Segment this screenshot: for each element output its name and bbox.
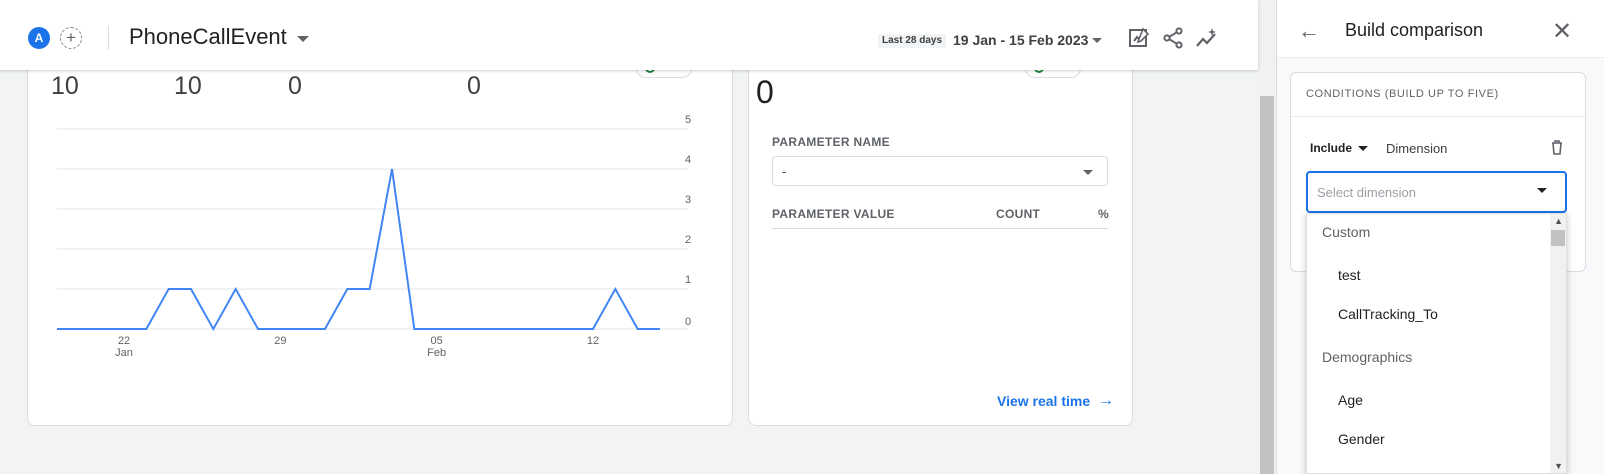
dimension-label: Dimension xyxy=(1386,141,1448,156)
x-tick-label: 22 xyxy=(118,335,130,347)
dropdown-item-gender[interactable]: Gender xyxy=(1338,431,1385,447)
caret-down-icon[interactable] xyxy=(1092,38,1102,43)
dropdown-group-demographics: Demographics xyxy=(1322,349,1413,365)
dimension-select[interactable] xyxy=(1306,171,1567,213)
date-range-chip[interactable]: Last 28 days xyxy=(878,34,947,48)
y-tick-label: 2 xyxy=(685,234,691,246)
dropdown-scrollbar[interactable]: ▲ ▼ xyxy=(1550,214,1566,473)
y-tick-label: 3 xyxy=(685,194,691,206)
table-header-divider xyxy=(772,228,1108,229)
x-tick-label: 12 xyxy=(587,335,599,347)
caret-down-icon[interactable] xyxy=(297,36,309,42)
insights-icon[interactable] xyxy=(1195,26,1219,50)
conditions-title: CONDITIONS (BUILD UP TO FIVE) xyxy=(1306,88,1499,100)
y-tick-label: 4 xyxy=(685,154,691,166)
dimension-dropdown-list: Custom test CallTracking_To Demographics… xyxy=(1306,213,1567,474)
arrow-right-icon[interactable]: → xyxy=(1098,392,1114,410)
page-scrollbar-thumb[interactable] xyxy=(1260,96,1274,474)
y-tick-label: 1 xyxy=(685,274,691,286)
caret-down-icon[interactable] xyxy=(1537,188,1547,193)
add-comparison-button[interactable]: + xyxy=(60,27,82,49)
realtime-metric-value: 0 xyxy=(756,74,774,110)
count-header: COUNT xyxy=(996,207,1041,221)
view-realtime-link[interactable]: View real time xyxy=(997,393,1090,409)
panel-title: Build comparison xyxy=(1345,20,1484,40)
dropdown-item-age[interactable]: Age xyxy=(1338,392,1363,408)
x-tick-sublabel: Feb xyxy=(427,347,446,359)
chevron-down-icon xyxy=(1083,170,1093,175)
dimension-search-input[interactable] xyxy=(1317,183,1517,201)
x-tick-label: 29 xyxy=(274,335,286,347)
share-icon[interactable] xyxy=(1161,26,1185,50)
y-tick-label: 0 xyxy=(685,316,691,328)
dropdown-item-test[interactable]: test xyxy=(1338,267,1361,283)
x-tick-label: 05 xyxy=(431,335,443,347)
parameter-name-label: PARAMETER NAME xyxy=(772,135,890,149)
panel-header-divider xyxy=(1277,57,1604,58)
parameter-value-header: PARAMETER VALUE xyxy=(772,207,895,221)
parameter-name-select[interactable]: - xyxy=(772,156,1108,186)
dropdown-scrollbar-thumb[interactable] xyxy=(1551,230,1565,246)
parameter-card xyxy=(748,40,1133,426)
close-icon[interactable]: ✕ xyxy=(1552,17,1572,46)
parameter-select-value: - xyxy=(782,164,787,179)
include-select[interactable]: Include xyxy=(1310,141,1352,155)
dropdown-item-calltracking-to[interactable]: CallTracking_To xyxy=(1338,306,1438,322)
dropdown-group-custom: Custom xyxy=(1322,224,1371,240)
delete-icon[interactable] xyxy=(1548,138,1566,156)
report-header: A + PhoneCallEvent Last 28 days 19 Jan -… xyxy=(0,0,1258,70)
page-title[interactable]: PhoneCallEvent xyxy=(129,24,287,50)
y-tick-label: 5 xyxy=(685,114,691,126)
scroll-down-icon[interactable]: ▼ xyxy=(1554,461,1563,471)
back-arrow-icon[interactable]: ← xyxy=(1298,18,1320,44)
customize-report-icon[interactable] xyxy=(1127,26,1151,50)
scroll-up-icon[interactable]: ▲ xyxy=(1554,216,1563,226)
caret-down-icon[interactable] xyxy=(1358,146,1368,151)
conditions-divider xyxy=(1291,116,1585,117)
comparison-avatar[interactable]: A xyxy=(28,27,50,49)
percent-header: % xyxy=(1098,207,1109,221)
date-range-picker[interactable]: 19 Jan - 15 Feb 2023 xyxy=(953,32,1088,48)
header-divider xyxy=(108,26,109,50)
x-tick-sublabel: Jan xyxy=(115,347,133,359)
